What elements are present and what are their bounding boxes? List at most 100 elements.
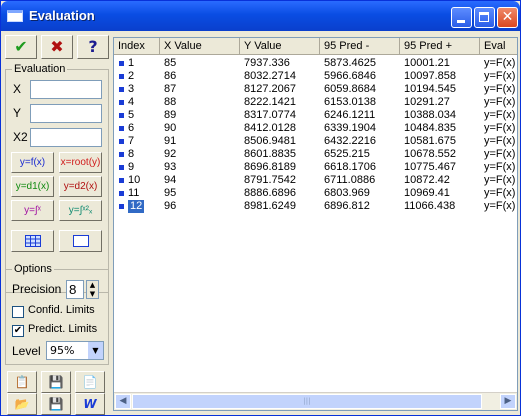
column-header-x-value[interactable]: X Value: [160, 38, 240, 55]
cell-index[interactable]: 11: [128, 187, 139, 200]
table-row[interactable]: 4 88 8222.1421 6153.0138 10291.27 y=F(x): [114, 96, 517, 109]
cell-pred-plus[interactable]: 11066.438: [404, 200, 455, 213]
eval-fx-button[interactable]: y=f(x): [11, 152, 54, 173]
cell-eval[interactable]: y=F(x): [484, 161, 515, 174]
cell-y-value[interactable]: 8317.0774: [244, 109, 296, 122]
single-view-button[interactable]: [59, 230, 102, 252]
cell-eval[interactable]: y=F(x): [484, 70, 515, 83]
cancel-button[interactable]: ✖: [41, 35, 73, 59]
cell-pred-minus[interactable]: 6525.215: [324, 148, 370, 161]
first-derivative-button[interactable]: y=d1(x): [11, 176, 54, 197]
column-header-index[interactable]: Index: [114, 38, 160, 55]
notepad-button[interactable]: 📄: [75, 371, 105, 393]
cell-index[interactable]: 9: [128, 161, 134, 174]
cell-x-value[interactable]: 86: [164, 70, 176, 83]
column-header-pred-plus[interactable]: 95 Pred +: [400, 38, 480, 55]
cell-x-value[interactable]: 91: [164, 135, 176, 148]
cell-y-value[interactable]: 8601.8835: [244, 148, 296, 161]
confid-limits-checkbox[interactable]: [12, 306, 24, 318]
cell-index[interactable]: 1: [128, 57, 134, 70]
cell-index[interactable]: 5: [128, 109, 134, 122]
cell-x-value[interactable]: 93: [164, 161, 176, 174]
cell-eval[interactable]: y=F(x): [484, 57, 515, 70]
cell-pred-plus[interactable]: 10001.21: [404, 57, 450, 70]
integral-button[interactable]: y=∫ˣ: [11, 200, 54, 221]
cell-eval[interactable]: y=F(x): [484, 122, 515, 135]
x-input[interactable]: [30, 80, 102, 99]
cell-pred-minus[interactable]: 5966.6846: [324, 70, 376, 83]
cell-pred-minus[interactable]: 5873.4625: [324, 57, 376, 70]
cell-y-value[interactable]: 7937.336: [244, 57, 290, 70]
cell-pred-plus[interactable]: 10775.467: [404, 161, 456, 174]
table-row[interactable]: 5 89 8317.0774 6246.1211 10388.034 y=F(x): [114, 109, 517, 122]
cell-index[interactable]: 2: [128, 70, 134, 83]
table-row[interactable]: 12 96 8981.6249 6896.812 11066.438 y=F(x): [114, 200, 517, 213]
cell-eval[interactable]: y=F(x): [484, 96, 515, 109]
definite-integral-button[interactable]: y=∫ˣ²ₓ: [59, 200, 102, 221]
table-row[interactable]: 1 85 7937.336 5873.4625 10001.21 y=F(x): [114, 57, 517, 70]
x2-input[interactable]: [30, 128, 102, 147]
table-row[interactable]: 3 87 8127.2067 6059.8684 10194.545 y=F(x): [114, 83, 517, 96]
chevron-down-icon[interactable]: ▼: [88, 342, 103, 359]
ok-button[interactable]: ✔: [5, 35, 37, 59]
cell-pred-minus[interactable]: 6246.1211: [324, 109, 375, 122]
scroll-left-icon[interactable]: ◀: [115, 394, 131, 409]
cell-pred-plus[interactable]: 10484.835: [404, 122, 456, 135]
y-input[interactable]: [30, 104, 102, 123]
clipboard-button[interactable]: 📋: [7, 371, 37, 393]
cell-pred-minus[interactable]: 6059.8684: [324, 83, 376, 96]
close-button[interactable]: ✕: [497, 7, 518, 28]
cell-eval[interactable]: y=F(x): [484, 187, 515, 200]
word-export-button[interactable]: W: [75, 393, 105, 415]
cell-eval[interactable]: y=F(x): [484, 148, 515, 161]
cell-x-value[interactable]: 94: [164, 174, 176, 187]
cell-pred-plus[interactable]: 10872.42: [404, 174, 450, 187]
precision-stepper[interactable]: ▲ ▼: [86, 280, 99, 299]
cell-pred-minus[interactable]: 6432.2216: [324, 135, 376, 148]
help-button[interactable]: ?: [77, 35, 109, 59]
column-header-pred-minus[interactable]: 95 Pred -: [320, 38, 400, 55]
minimize-button[interactable]: [451, 7, 472, 28]
cell-pred-plus[interactable]: 10291.27: [404, 96, 450, 109]
scroll-thumb[interactable]: |||: [132, 394, 482, 409]
cell-x-value[interactable]: 90: [164, 122, 176, 135]
title-bar[interactable]: Evaluation ✕: [1, 1, 520, 31]
table-view-button[interactable]: [11, 230, 54, 252]
cell-eval[interactable]: y=F(x): [484, 109, 515, 122]
cell-x-value[interactable]: 87: [164, 83, 176, 96]
cell-eval[interactable]: y=F(x): [484, 200, 515, 213]
cell-pred-minus[interactable]: 6618.1706: [324, 161, 376, 174]
cell-pred-minus[interactable]: 6803.969: [324, 187, 370, 200]
cell-x-value[interactable]: 89: [164, 109, 176, 122]
cell-y-value[interactable]: 8032.2714: [244, 70, 296, 83]
cell-x-value[interactable]: 92: [164, 148, 176, 161]
cell-index[interactable]: 10: [128, 174, 140, 187]
column-header-y-value[interactable]: Y Value: [240, 38, 320, 55]
cell-index[interactable]: 12: [128, 200, 145, 213]
cell-y-value[interactable]: 8886.6896: [244, 187, 296, 200]
stepper-up-icon[interactable]: ▲: [87, 281, 98, 290]
maximize-button[interactable]: [474, 7, 495, 28]
cell-y-value[interactable]: 8696.8189: [244, 161, 296, 174]
cell-index[interactable]: 3: [128, 83, 134, 96]
table-row[interactable]: 8 92 8601.8835 6525.215 10678.552 y=F(x): [114, 148, 517, 161]
cell-y-value[interactable]: 8127.2067: [244, 83, 296, 96]
table-row[interactable]: 7 91 8506.9481 6432.2216 10581.675 y=F(x): [114, 135, 517, 148]
cell-y-value[interactable]: 8506.9481: [244, 135, 296, 148]
stepper-down-icon[interactable]: ▼: [87, 290, 98, 299]
predict-limits-checkbox[interactable]: ✔: [12, 325, 24, 337]
cell-x-value[interactable]: 85: [164, 57, 176, 70]
root-button[interactable]: x=root(y): [59, 152, 102, 173]
table-row[interactable]: 9 93 8696.8189 6618.1706 10775.467 y=F(x): [114, 161, 517, 174]
cell-pred-minus[interactable]: 6896.812: [324, 200, 370, 213]
cell-index[interactable]: 8: [128, 148, 134, 161]
save-green-button[interactable]: 💾: [41, 393, 71, 415]
level-select[interactable]: 95% ▼: [46, 341, 104, 360]
table-row[interactable]: 11 95 8886.6896 6803.969 10969.41 y=F(x): [114, 187, 517, 200]
table-row[interactable]: 6 90 8412.0128 6339.1904 10484.835 y=F(x): [114, 122, 517, 135]
results-table[interactable]: Index X Value Y Value 95 Pred - 95 Pred …: [113, 37, 518, 411]
save-button[interactable]: 💾: [41, 371, 71, 393]
cell-eval[interactable]: y=F(x): [484, 174, 515, 187]
open-button[interactable]: 📂: [7, 393, 37, 415]
scroll-right-icon[interactable]: ▶: [500, 394, 516, 409]
